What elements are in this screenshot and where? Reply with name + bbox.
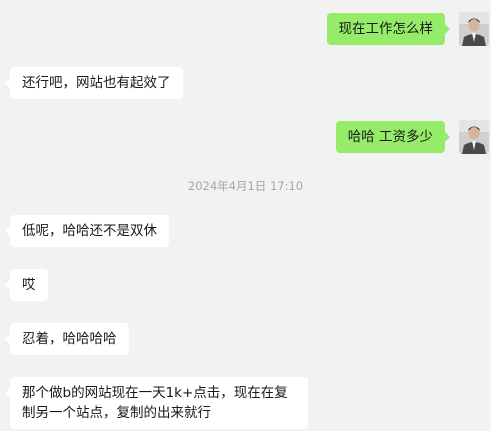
message-text: 哈哈 工资多少 (347, 129, 433, 145)
chat-message-area[interactable]: 现在工作怎么样 还行吧，网站也有起效了 哈哈 工资多少 2024年4月1日 17… (0, 0, 491, 431)
message-text: 忍着，哈哈哈哈 (22, 331, 117, 347)
message-text: 现在工作怎么样 (338, 21, 434, 37)
user-avatar[interactable] (459, 12, 489, 46)
incoming-message-bubble[interactable]: 还行吧，网站也有起效了 (5, 67, 183, 99)
user-avatar[interactable] (459, 120, 489, 154)
message-text: 哎 (22, 277, 36, 293)
outgoing-message-bubble[interactable]: 现在工作怎么样 (326, 13, 450, 45)
incoming-message-bubble[interactable]: 那个做b的网站现在一天1k+点击，现在在复制另一个站点，复制的出来就行 (5, 377, 308, 429)
incoming-message-bubble[interactable]: 忍着，哈哈哈哈 (5, 323, 129, 355)
incoming-message-bubble[interactable]: 哎 (5, 269, 48, 301)
message-text: 那个做b的网站现在一天1k+点击，现在在复制另一个站点，复制的出来就行 (22, 385, 288, 421)
message-text: 低呢，哈哈还不是双休 (22, 223, 157, 239)
message-timestamp: 2024年4月1日 17:10 (187, 179, 304, 193)
avatar-photo-icon (459, 120, 489, 154)
message-text: 还行吧，网站也有起效了 (22, 75, 171, 91)
outgoing-message-bubble[interactable]: 哈哈 工资多少 (335, 121, 451, 153)
avatar-photo-icon (459, 12, 489, 46)
incoming-message-bubble[interactable]: 低呢，哈哈还不是双休 (5, 215, 169, 247)
